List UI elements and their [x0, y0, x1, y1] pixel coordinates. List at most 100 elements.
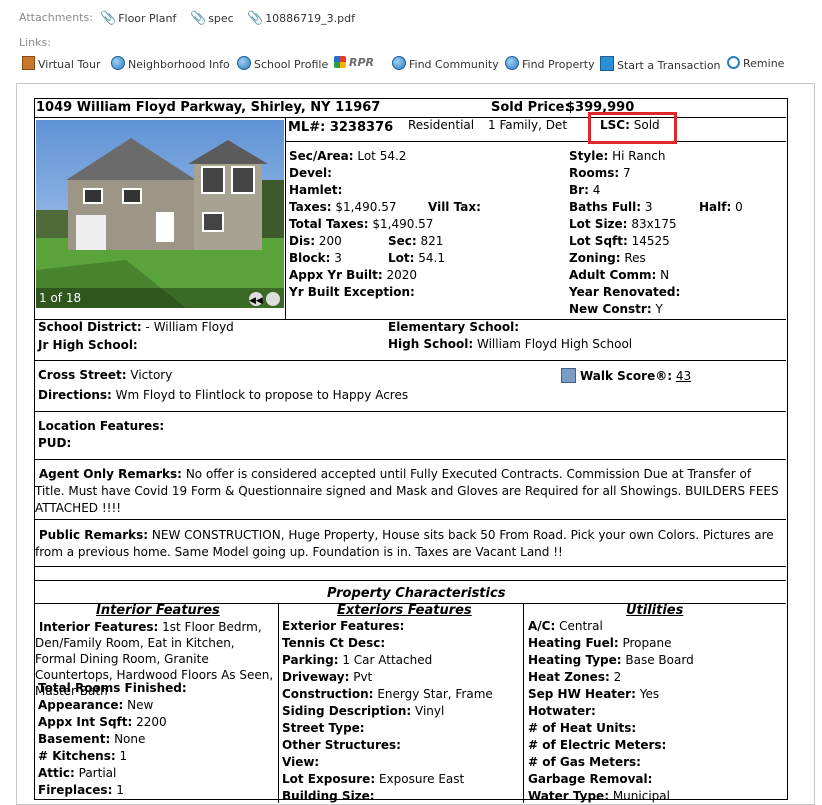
link-remine[interactable]: Remine [727, 56, 784, 70]
property-photo-image: ◀◀ [36, 120, 284, 308]
public-remarks: Public Remarks: NEW CONSTRUCTION, Huge P… [35, 528, 774, 559]
link-start-transaction[interactable]: Start a Transaction [600, 56, 721, 72]
field-row: Hamlet: [289, 183, 343, 197]
property-photo[interactable]: ◀◀ 1 of 18 [36, 120, 284, 308]
field-row: Basement: None [38, 732, 146, 746]
highlight-box [588, 112, 677, 144]
vill-tax: Vill Tax: [428, 200, 481, 214]
walk-score-icon [561, 368, 576, 383]
field-row: Lot Size: 83x175 [569, 217, 677, 231]
field-row: Fireplaces: 1 [38, 783, 124, 797]
paperclip-icon: 📎 [190, 11, 207, 26]
field-row: Garbage Removal: [528, 772, 653, 786]
field-row: Tennis Ct Desc: [282, 636, 386, 650]
rule [34, 360, 786, 361]
paperclip-icon: 📎 [247, 11, 264, 26]
cross-street: Cross Street: Victory [38, 368, 173, 382]
globe-icon [392, 56, 406, 70]
attachment-spec[interactable]: 📎 spec [190, 11, 234, 26]
field-row: Appx Yr Built: 2020 [289, 268, 417, 282]
photo-prev-button[interactable] [248, 292, 263, 307]
field-row: # of Electric Meters: [528, 738, 667, 752]
field-row: Rooms: 7 [569, 166, 631, 180]
attachment-floor-plan[interactable]: 📎 Floor Planf [100, 11, 176, 26]
field-row: Style: Hi Ranch [569, 149, 666, 163]
field-row: Dis: 200 [289, 234, 342, 248]
rule [285, 117, 286, 319]
field-row: Building Size: [282, 789, 375, 803]
elementary-school: Elementary School: [388, 320, 520, 334]
field-row: Adult Comm: N [569, 268, 670, 282]
listing-address: 1049 William Floyd Parkway, Shirley, NY … [36, 100, 381, 115]
field-row: Br: 4 [569, 183, 601, 197]
paperclip-icon: 📎 [100, 11, 117, 26]
rule [523, 603, 524, 803]
jr-high-school: Jr High School: [38, 338, 138, 352]
field-row: Heating Fuel: Propane [528, 636, 672, 650]
link-neighborhood-info[interactable]: Neighborhood Info [111, 56, 230, 71]
link-rpr[interactable]: RPR [334, 56, 374, 69]
directions: Directions: Wm Floyd to Flintlock to pro… [38, 388, 409, 402]
sec: Sec: 821 [388, 234, 444, 248]
location-features-label: Location Features: [38, 419, 165, 433]
school-district: School District: - William Floyd [38, 320, 234, 334]
rule [285, 141, 786, 142]
walk-score-link[interactable]: 43 [676, 369, 691, 383]
characteristics-title: Property Characteristics [327, 586, 506, 601]
globe-icon [237, 56, 251, 70]
rpr-logo-icon [334, 56, 346, 68]
attachments-row: Attachments: [19, 11, 93, 24]
walk-score: Walk Score®: 43 [561, 368, 691, 384]
field-row: Street Type: [282, 721, 365, 735]
field-row: A/C: Central [528, 619, 603, 633]
field-row: # Kitchens: 1 [38, 749, 128, 763]
listing-class: Residential [408, 118, 475, 132]
field-row: # of Gas Meters: [528, 755, 641, 769]
field-row: Parking: 1 Car Attached [282, 653, 433, 667]
field-row: Appearance: New [38, 698, 154, 712]
link-find-property[interactable]: Find Property [505, 56, 595, 71]
field-row: Baths Full: 3 [569, 200, 653, 214]
high-school: High School: William Floyd High School [388, 337, 633, 351]
links-label: Links: [19, 36, 51, 49]
field-row: New Constr: Y [569, 302, 663, 316]
attachments-label: Attachments: [19, 11, 93, 24]
ml-number: ML#: 3238376 [288, 120, 394, 135]
globe-icon [505, 56, 519, 70]
field-row: Total Taxes: $1,490.57 [289, 217, 434, 231]
field-row: # of Heat Units: [528, 721, 637, 735]
attachment-pdf[interactable]: 📎 10886719_3.pdf [247, 11, 355, 26]
field-row: Devel: [289, 166, 332, 180]
utilities-title: Utilities [626, 603, 684, 618]
field-row: Yr Built Exception: [289, 285, 415, 299]
link-school-profile[interactable]: School Profile [237, 56, 328, 71]
link-virtual-tour[interactable]: Virtual Tour [22, 56, 101, 71]
field-row: Heat Zones: 2 [528, 670, 622, 684]
pud-label: PUD: [38, 436, 72, 450]
field-row: Hotwater: [528, 704, 596, 718]
lot: Lot: 54.1 [388, 251, 445, 265]
globe-icon [111, 56, 125, 70]
field-row: Sec/Area: Lot 54.2 [289, 149, 407, 163]
rule [34, 411, 786, 412]
field-row: Zoning: Res [569, 251, 646, 265]
field-row: Appx Int Sqft: 2200 [38, 715, 167, 729]
rule [34, 566, 786, 567]
agent-remarks: Agent Only Remarks: No offer is consider… [35, 467, 779, 515]
field-row: Total Rooms Finished: [38, 681, 187, 695]
interior-title: Interior Features [96, 603, 220, 618]
photo-counter: 1 of 18 [39, 291, 82, 305]
field-row: Block: 3 [289, 251, 342, 265]
rule [278, 603, 279, 803]
field-row: Heating Type: Base Board [528, 653, 694, 667]
sold-price-label: Sold Price: [491, 100, 570, 115]
link-find-community[interactable]: Find Community [392, 56, 499, 71]
field-row: Sep HW Heater: Yes [528, 687, 660, 701]
photo-next-button[interactable] [266, 292, 281, 307]
field-row: Water Type: Municipal [528, 789, 670, 803]
field-row: Siding Description: Vinyl [282, 704, 445, 718]
transaction-icon [600, 56, 614, 71]
field-row: Lot Exposure: Exposure East [282, 772, 465, 786]
field-row: Driveway: Pvt [282, 670, 373, 684]
exterior-title: Exteriors Features [337, 603, 472, 618]
